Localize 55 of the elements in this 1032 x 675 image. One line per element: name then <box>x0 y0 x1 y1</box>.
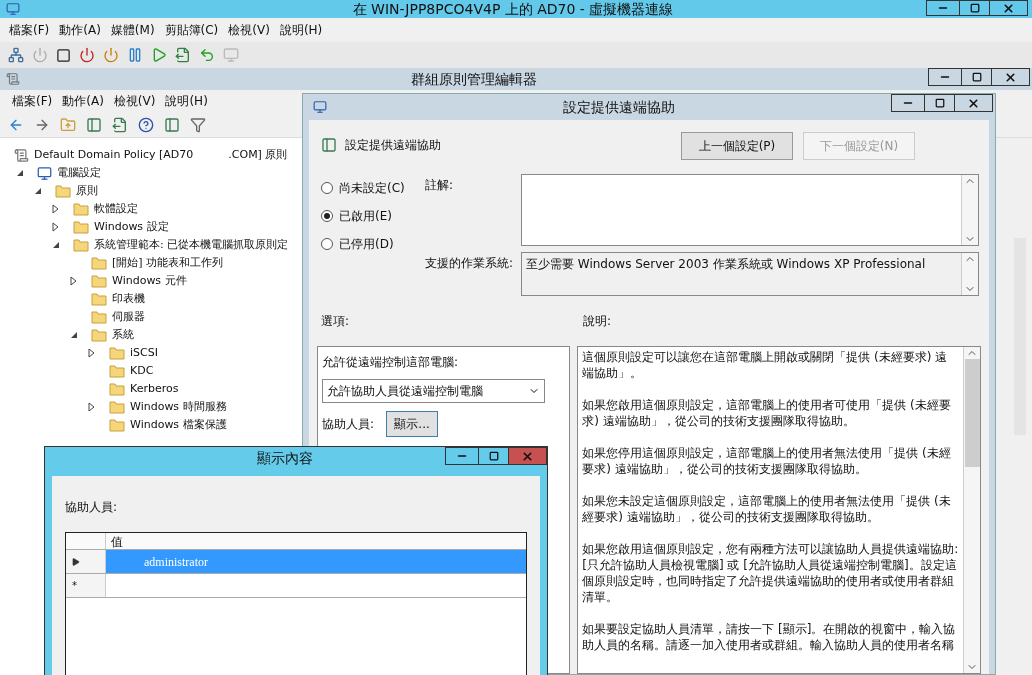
tree-item[interactable]: 系統管理範本: 已從本機電腦抓取原則定 <box>94 236 289 254</box>
menu-item[interactable]: 說明(H) <box>163 92 210 110</box>
tree-item-suffix: .COM] 原則 <box>228 146 288 163</box>
tree-item[interactable]: Windows 元件 <box>112 272 187 290</box>
menu-item[interactable]: 說明(H) <box>276 21 326 39</box>
tree-item[interactable]: Default Domain Policy [AD70 <box>34 146 194 164</box>
tree-item[interactable]: iSCSI <box>130 344 158 362</box>
tree-item[interactable]: Windows 設定 <box>94 218 169 236</box>
column-header: 值 <box>110 534 124 549</box>
supported-os-text: 至少需要 Windows Server 2003 作業系統或 Windows XP Professional <box>525 256 927 273</box>
help-paragraph: 這個原則設定可以讓您在這部電腦上開啟或關閉「提供 (未經要求) 遠端協助」。 <box>582 349 949 381</box>
tree-item[interactable]: 伺服器 <box>112 308 145 326</box>
tree-item[interactable]: Kerberos <box>130 380 179 398</box>
radio-label: 已停用(D) <box>339 236 394 253</box>
radio-label: 已啟用(E) <box>339 208 392 225</box>
help-label: 說明: <box>583 313 612 330</box>
menu-item[interactable]: 檢視(V) <box>111 92 158 110</box>
dialog-title: 顯示內容 <box>257 448 313 468</box>
menu-item[interactable]: 動作(A) <box>56 21 104 39</box>
menu-item[interactable]: 剪貼簿(C) <box>161 21 222 39</box>
menu-item[interactable]: 動作(A) <box>60 92 106 110</box>
help-paragraph: 如果要設定協助人員清單，請按一下 [顯示]。在開啟的視窗中，輸入協助人員的名稱。請逐一加入使用者或群組。輸入協助人員的使用者名稱 <box>582 621 957 653</box>
tree-item[interactable]: Windows 時間服務 <box>130 398 227 416</box>
help-paragraph: 如果您啟用這個原則設定，這部電腦上的使用者可使用「提供 (未經要求) 遠端協助」，從公司的技術支援團隊取得協助。 <box>582 397 952 429</box>
tree-item[interactable]: KDC <box>130 362 154 380</box>
menu-item[interactable]: 媒體(M) <box>107 21 158 39</box>
helpers-label: 協助人員: <box>322 416 375 433</box>
tree-item[interactable]: 原則 <box>76 182 98 200</box>
menu-item[interactable]: 檔案(F) <box>10 92 55 110</box>
setting-name: 設定提供遠端協助 <box>345 137 441 154</box>
window-title: 群組原則管理編輯器 <box>411 69 537 89</box>
menu-item[interactable]: 檔案(F) <box>6 21 53 39</box>
options-label: 選項: <box>320 313 351 330</box>
help-paragraph: 如果您啟用這個原則設定，您有兩種方法可以讓協助人員提供遠端協助: [只允許協助人員檢視電腦] 或 [允許協助人員從遠端控制電腦]。設定這個原則設定時，也同時指定了允許提供遠端協助的使用者或使用者群組清單。 <box>582 541 959 605</box>
dialog-title: 設定提供遠端協助 <box>563 97 675 117</box>
option-prompt: 允許從遠端控制這部電腦: <box>322 354 460 371</box>
tree-item[interactable]: 印表機 <box>112 290 145 308</box>
list-label: 協助人員: <box>65 499 119 516</box>
window-title: 在 WIN-JPP8PCO4V4P 上的 AD70 - 虛擬機器連線 <box>352 0 674 19</box>
nav-button[interactable]: 上一個設定(P) <box>681 132 793 160</box>
help-paragraph: 如果您未設定這個原則設定，這部電腦上的使用者無法使用「提供 (未經要求) 遠端協助」，從公司的技術支援團隊取得協助。 <box>582 493 952 525</box>
radio-label: 尚未設定(C) <box>339 180 405 197</box>
tree-item[interactable]: Windows 檔案保護 <box>130 416 227 434</box>
tree-item[interactable]: 系統 <box>112 326 134 344</box>
show-button[interactable]: 顯示... <box>386 411 439 437</box>
comment-label: 註解: <box>425 177 455 194</box>
menu-item[interactable]: 檢視(V) <box>225 21 273 39</box>
tree-item[interactable]: 軟體設定 <box>94 200 138 218</box>
supported-label: 支援的作業系統: <box>425 255 515 272</box>
help-paragraph: 如果您停用這個原則設定，這部電腦上的使用者無法使用「提供 (未經要求) 遠端協助」，從公司的技術支援團隊取得協助。 <box>582 445 952 477</box>
table-row[interactable]: * <box>66 574 526 598</box>
tree-item[interactable]: [開始] 功能表和工作列 <box>112 254 224 272</box>
tree-item[interactable]: 電腦設定 <box>57 164 101 182</box>
row-header[interactable]: * <box>66 574 106 597</box>
dropdown[interactable]: 允許協助人員從遠端控制電腦 <box>322 379 546 403</box>
